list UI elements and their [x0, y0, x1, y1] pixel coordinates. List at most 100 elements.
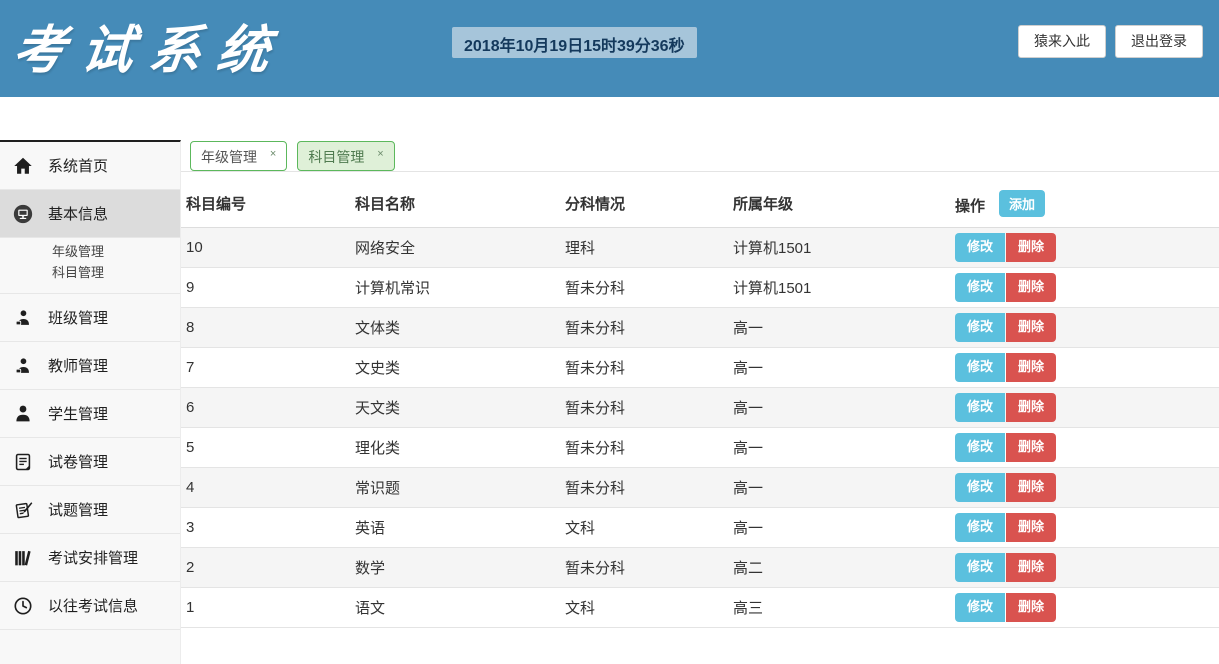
delete-button[interactable]: 删除	[1006, 353, 1056, 381]
delete-button[interactable]: 删除	[1006, 273, 1056, 301]
cell-actions: 修改 删除	[955, 228, 1219, 268]
cell-actions: 修改 删除	[955, 468, 1219, 508]
tab-grade-mgmt[interactable]: 年级管理 ×	[190, 141, 287, 171]
sidebar-item-label: 班级管理	[48, 307, 108, 328]
sidebar-item-class-mgmt[interactable]: 班级管理	[0, 294, 180, 342]
table-row: 7 文史类 暂未分科 高一 修改 删除	[181, 348, 1219, 388]
main-content: 年级管理 × 科目管理 × 科目编号科目名称分科情况所属年级操作添加 10 网络…	[181, 97, 1219, 664]
cell-actions: 修改 删除	[955, 268, 1219, 308]
sidebar-item-student-mgmt[interactable]: 学生管理	[0, 390, 180, 438]
column-header-3: 所属年级	[733, 177, 955, 228]
person-badge-icon	[12, 355, 34, 377]
cell-subject-id: 5	[181, 428, 355, 468]
cell-grade: 高一	[733, 428, 955, 468]
cell-grade: 计算机1501	[733, 228, 955, 268]
table-row: 10 网络安全 理科 计算机1501 修改 删除	[181, 228, 1219, 268]
tab-label: 科目管理	[308, 149, 364, 165]
add-button[interactable]: 添加	[999, 190, 1045, 217]
cell-subject-name: 数学	[355, 548, 565, 588]
subject-table: 科目编号科目名称分科情况所属年级操作添加 10 网络安全 理科 计算机1501 …	[181, 177, 1219, 628]
delete-button[interactable]: 删除	[1006, 473, 1056, 501]
column-header-label: 科目编号	[186, 196, 246, 213]
sidebar-item-label: 试卷管理	[48, 451, 108, 472]
sidebar-item-teacher-mgmt[interactable]: 教师管理	[0, 342, 180, 390]
cell-grade: 高一	[733, 348, 955, 388]
cell-grade: 高二	[733, 548, 955, 588]
cell-division: 暂未分科	[565, 268, 733, 308]
sidebar-item-past-exam-info[interactable]: 以往考试信息	[0, 582, 180, 630]
delete-button[interactable]: 删除	[1006, 553, 1056, 581]
sidebar-item-label: 学生管理	[48, 403, 108, 424]
table-row: 9 计算机常识 暂未分科 计算机1501 修改 删除	[181, 268, 1219, 308]
edit-button[interactable]: 修改	[955, 233, 1005, 261]
delete-button[interactable]: 删除	[1006, 593, 1056, 621]
cell-division: 文科	[565, 508, 733, 548]
sidebar-item-label: 考试安排管理	[48, 547, 138, 568]
delete-button[interactable]: 删除	[1006, 313, 1056, 341]
sidebar-item-paper-mgmt[interactable]: 试卷管理	[0, 438, 180, 486]
cell-grade: 计算机1501	[733, 268, 955, 308]
ape-enter-button[interactable]: 猿来入此	[1018, 25, 1106, 58]
sidebar-item-label: 试题管理	[48, 499, 108, 520]
header: 考试系统 2018年10月19日15时39分36秒 猿来入此 退出登录	[0, 0, 1219, 97]
edit-button[interactable]: 修改	[955, 553, 1005, 581]
sidebar-item-label: 以往考试信息	[48, 595, 138, 616]
delete-button[interactable]: 删除	[1006, 393, 1056, 421]
edit-button[interactable]: 修改	[955, 353, 1005, 381]
cell-division: 文科	[565, 588, 733, 628]
home-icon	[12, 155, 34, 177]
cell-grade: 高一	[733, 308, 955, 348]
delete-button[interactable]: 删除	[1006, 233, 1056, 261]
close-icon[interactable]: ×	[270, 148, 276, 160]
table-row: 1 语文 文科 高三 修改 删除	[181, 588, 1219, 628]
cell-actions: 修改 删除	[955, 548, 1219, 588]
edit-button[interactable]: 修改	[955, 593, 1005, 621]
clock-icon	[12, 595, 34, 617]
sidebar-item-question-mgmt[interactable]: 试题管理	[0, 486, 180, 534]
edit-button[interactable]: 修改	[955, 473, 1005, 501]
tab-subject-mgmt[interactable]: 科目管理 ×	[297, 141, 394, 171]
cell-division: 暂未分科	[565, 348, 733, 388]
sidebar-item-exam-schedule-mgmt[interactable]: 考试安排管理	[0, 534, 180, 582]
cell-subject-name: 常识题	[355, 468, 565, 508]
cell-subject-id: 8	[181, 308, 355, 348]
edit-button[interactable]: 修改	[955, 273, 1005, 301]
cell-subject-name: 文史类	[355, 348, 565, 388]
table-row: 8 文体类 暂未分科 高一 修改 删除	[181, 308, 1219, 348]
table-body: 10 网络安全 理科 计算机1501 修改 删除 9 计算机常识 暂未分科 计算…	[181, 228, 1219, 628]
cell-subject-id: 3	[181, 508, 355, 548]
delete-button[interactable]: 删除	[1006, 433, 1056, 461]
cell-subject-id: 6	[181, 388, 355, 428]
cell-actions: 修改 删除	[955, 428, 1219, 468]
monitor-circle-icon	[12, 203, 34, 225]
table-row: 6 天文类 暂未分科 高一 修改 删除	[181, 388, 1219, 428]
sidebar-item-basic-info[interactable]: 基本信息	[0, 190, 180, 238]
current-datetime: 2018年10月19日15时39分36秒	[452, 27, 697, 58]
logout-button[interactable]: 退出登录	[1115, 25, 1203, 58]
close-icon[interactable]: ×	[377, 148, 383, 160]
sidebar-subitem-subject-mgmt[interactable]: 科目管理	[0, 262, 180, 283]
edit-button[interactable]: 修改	[955, 313, 1005, 341]
cell-subject-id: 10	[181, 228, 355, 268]
edit-button[interactable]: 修改	[955, 513, 1005, 541]
cell-subject-name: 天文类	[355, 388, 565, 428]
subject-table-wrap: 科目编号科目名称分科情况所属年级操作添加 10 网络安全 理科 计算机1501 …	[181, 177, 1219, 628]
sidebar-subitem-grade-mgmt[interactable]: 年级管理	[0, 241, 180, 262]
cell-grade: 高一	[733, 468, 955, 508]
person-icon	[12, 403, 34, 425]
column-header-2: 分科情况	[565, 177, 733, 228]
sidebar-item-home[interactable]: 系统首页	[0, 142, 180, 190]
cell-subject-name: 语文	[355, 588, 565, 628]
edit-button[interactable]: 修改	[955, 433, 1005, 461]
table-row: 5 理化类 暂未分科 高一 修改 删除	[181, 428, 1219, 468]
cell-actions: 修改 删除	[955, 588, 1219, 628]
column-header-label: 分科情况	[565, 196, 625, 213]
sidebar: 系统首页 基本信息 年级管理 科目管理 班级管理 教师管理 学生管理 试卷管理 …	[0, 140, 181, 664]
cell-subject-id: 1	[181, 588, 355, 628]
delete-button[interactable]: 删除	[1006, 513, 1056, 541]
edit-button[interactable]: 修改	[955, 393, 1005, 421]
app-logo: 考试系统	[9, 8, 290, 83]
books-icon	[12, 547, 34, 569]
layout: 系统首页 基本信息 年级管理 科目管理 班级管理 教师管理 学生管理 试卷管理 …	[0, 97, 1219, 664]
column-header-label: 操作	[955, 198, 985, 215]
